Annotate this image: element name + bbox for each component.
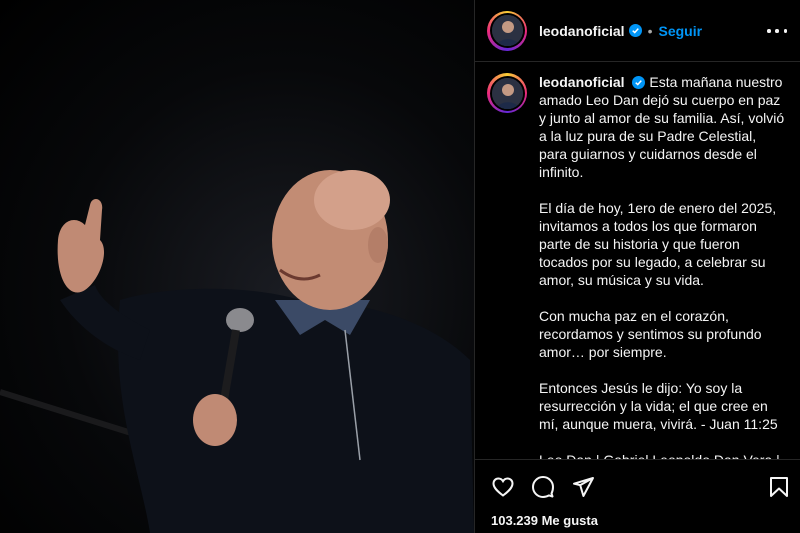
post-photo[interactable]: [0, 0, 474, 533]
avatar-image: [491, 77, 523, 109]
actions-bar: [475, 459, 800, 509]
comment-icon[interactable]: [531, 475, 555, 499]
heart-icon[interactable]: [491, 475, 515, 499]
send-icon[interactable]: [571, 475, 595, 499]
separator-dot: •: [647, 22, 653, 39]
performer-photo-illustration: [0, 170, 474, 533]
caption-section: leodanoficial Esta mañana nuestro amado …: [475, 63, 800, 459]
verified-badge-icon: [632, 76, 646, 89]
caption-paragraph: Entonces Jesús le dijo: Yo soy la resurr…: [539, 380, 778, 432]
caption-avatar[interactable]: [487, 73, 527, 113]
avatar-image: [491, 15, 523, 46]
caption-paragraph: El día de hoy, 1ero de enero del 2025, i…: [539, 200, 777, 288]
more-options-icon[interactable]: [767, 22, 787, 40]
caption-username[interactable]: leodanoficial: [539, 74, 625, 90]
verified-badge-icon: [628, 24, 642, 37]
bookmark-icon[interactable]: [767, 475, 791, 499]
avatar[interactable]: [487, 10, 527, 51]
caption-text: leodanoficial Esta mañana nuestro amado …: [539, 73, 787, 459]
caption-paragraph: Con mucha paz en el corazón, recordamos …: [539, 308, 762, 360]
post-header: leodanoficial • Seguir: [475, 0, 800, 62]
username-link[interactable]: leodanoficial: [539, 23, 625, 39]
follow-button[interactable]: Seguir: [658, 23, 702, 39]
post-side-panel: leodanoficial • Seguir leodanoficial Est…: [474, 0, 800, 533]
caption-paragraph: Leo Dan | Gabriel Leopoldo Dan Vera | 19…: [539, 451, 787, 459]
likes-count[interactable]: 103.239 Me gusta: [491, 513, 598, 528]
